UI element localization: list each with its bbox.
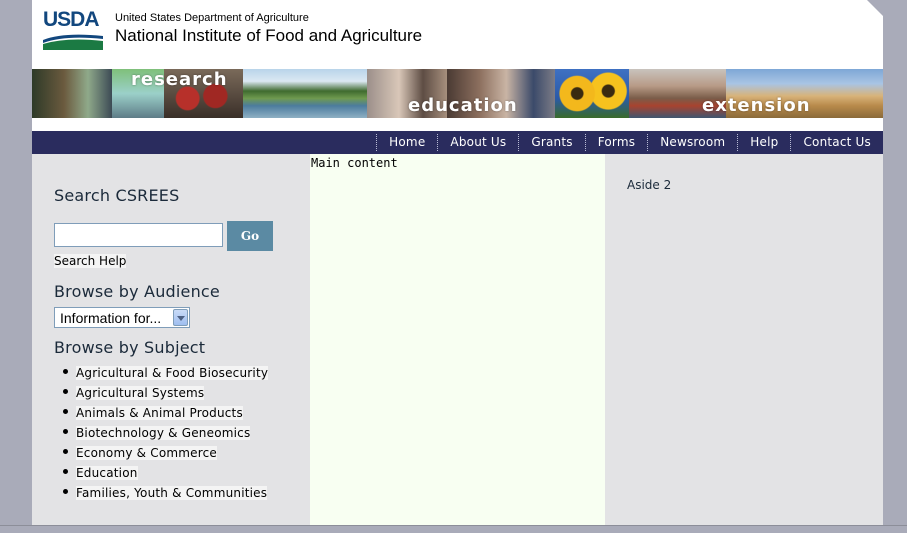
- bullet-icon: [63, 489, 68, 494]
- nav-newsroom[interactable]: Newsroom: [647, 134, 737, 151]
- subject-link[interactable]: Agricultural Systems: [76, 386, 205, 400]
- header-corner-fold: [867, 0, 883, 16]
- subject-link[interactable]: Economy & Commerce: [76, 446, 217, 460]
- usda-logo-text: USDA: [43, 8, 100, 31]
- window-bottom-edge: [0, 525, 907, 533]
- top-navigation: Home About Us Grants Forms Newsroom Help…: [32, 131, 883, 154]
- department-name: United States Department of Agriculture: [115, 12, 309, 24]
- subject-heading: Browse by Subject: [54, 338, 206, 357]
- page-container: USDA United States Department of Agricul…: [32, 0, 883, 525]
- bullet-icon: [63, 409, 68, 414]
- left-sidebar: Search CSREES Go Search Help Browse by A…: [32, 154, 310, 525]
- nav-help[interactable]: Help: [737, 134, 790, 151]
- aside-label: Aside 2: [627, 178, 672, 192]
- bullet-icon: [63, 469, 68, 474]
- list-item: Families, Youth & Communities: [60, 482, 268, 502]
- banner-photo-researchers: [32, 69, 112, 118]
- nav-about-us[interactable]: About Us: [437, 134, 518, 151]
- nav-menu: Home About Us Grants Forms Newsroom Help…: [376, 131, 883, 154]
- list-item: Economy & Commerce: [60, 442, 268, 462]
- subject-link[interactable]: Animals & Animal Products: [76, 406, 243, 420]
- audience-select-value: Information for...: [60, 310, 162, 326]
- bullet-icon: [63, 449, 68, 454]
- subject-list: Agricultural & Food Biosecurity Agricult…: [60, 362, 269, 502]
- subject-link[interactable]: Agricultural & Food Biosecurity: [76, 366, 269, 380]
- institute-name: National Institute of Food and Agricultu…: [115, 26, 423, 45]
- chevron-down-icon[interactable]: [173, 309, 188, 326]
- nav-forms[interactable]: Forms: [584, 134, 647, 151]
- search-help-link[interactable]: Search Help: [54, 254, 127, 268]
- right-aside: Aside 2: [605, 154, 883, 525]
- site-header: USDA United States Department of Agricul…: [32, 0, 883, 69]
- go-button[interactable]: Go: [227, 221, 273, 251]
- banner-word-education: education: [408, 95, 518, 116]
- nav-home[interactable]: Home: [376, 134, 437, 151]
- bullet-icon: [63, 389, 68, 394]
- banner-word-extension: extension: [702, 95, 811, 116]
- usda-logo-wave-icon: [43, 34, 103, 50]
- list-item: Animals & Animal Products: [60, 402, 268, 422]
- main-content-label: Main content: [311, 156, 398, 170]
- list-item: Education: [60, 462, 268, 482]
- nav-contact-us[interactable]: Contact Us: [790, 134, 883, 151]
- banner-photo-pond: [243, 69, 367, 118]
- bullet-icon: [63, 429, 68, 434]
- nav-grants[interactable]: Grants: [518, 134, 584, 151]
- main-content: Main content: [310, 154, 605, 525]
- banner-photo-sunflowers: [555, 69, 629, 118]
- subject-link[interactable]: Families, Youth & Communities: [76, 486, 268, 500]
- header-spacer: [32, 118, 883, 131]
- list-item: Agricultural Systems: [60, 382, 268, 402]
- list-item: Agricultural & Food Biosecurity: [60, 362, 269, 382]
- agency-name[interactable]: United States Department of Agriculture …: [115, 12, 422, 46]
- subject-link[interactable]: Biotechnology & Geneomics: [76, 426, 251, 440]
- list-item: Biotechnology & Geneomics: [60, 422, 268, 442]
- banner-word-research: research: [131, 69, 228, 90]
- audience-select[interactable]: Information for...: [54, 307, 190, 328]
- subject-link[interactable]: Education: [76, 466, 138, 480]
- usda-logo[interactable]: USDA: [43, 8, 105, 50]
- bullet-icon: [63, 369, 68, 374]
- audience-heading: Browse by Audience: [54, 282, 220, 301]
- search-heading: Search CSREES: [54, 186, 180, 205]
- photo-banner: research education extension: [32, 69, 883, 118]
- search-input[interactable]: [54, 223, 223, 247]
